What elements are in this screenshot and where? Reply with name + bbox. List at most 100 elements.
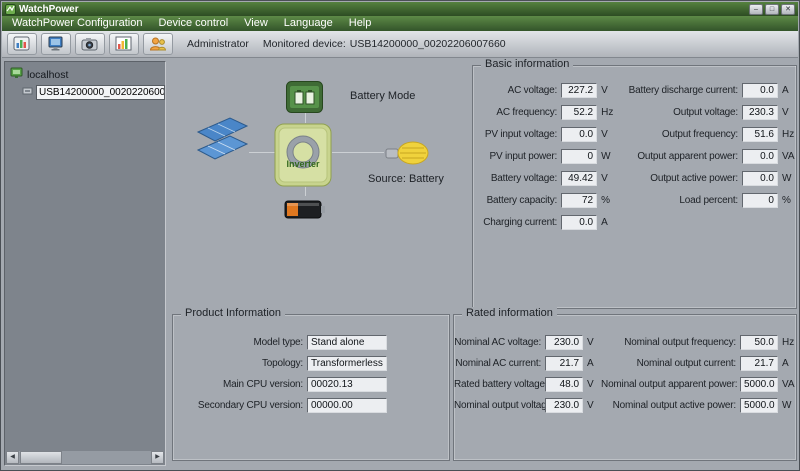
field-label: Topology: xyxy=(173,358,307,369)
field-label: Output active power: xyxy=(615,173,742,184)
menu-item[interactable]: WatchPower Configuration xyxy=(4,16,150,31)
field-label: Nominal output apparent power: xyxy=(601,379,740,390)
field-unit: V xyxy=(597,85,615,96)
field-value: 0.0 xyxy=(742,171,778,186)
device-icon xyxy=(22,86,33,99)
field-value: 48.0 xyxy=(545,377,583,392)
statistics-button[interactable] xyxy=(109,33,139,55)
tree-item-device[interactable]: USB14200000_00202206007660 xyxy=(5,84,165,101)
field-row: PV input voltage: 0.0 V xyxy=(473,123,615,145)
device-control-button[interactable] xyxy=(41,33,71,55)
field-value: 21.7 xyxy=(740,356,778,371)
toolbar: Administrator Monitored device: USB14200… xyxy=(2,31,798,58)
field-row: AC voltage: 227.2 V xyxy=(473,79,615,101)
solar-panel-icon xyxy=(196,116,249,164)
field-row: Load percent: 0 % xyxy=(615,189,796,211)
field-unit: Hz xyxy=(778,337,796,348)
menu-item[interactable]: Language xyxy=(276,16,341,31)
title-bar[interactable]: WatchPower – □ ✕ xyxy=(2,2,798,16)
field-label: Nominal AC current: xyxy=(454,358,545,369)
menu-item[interactable]: View xyxy=(236,16,276,31)
field-value: 52.2 xyxy=(561,105,597,120)
field-row: Main CPU version: 00020.13 xyxy=(173,374,449,395)
close-button[interactable]: ✕ xyxy=(781,4,795,15)
field-value: 00020.13 xyxy=(307,377,387,392)
field-value: 230.3 xyxy=(742,105,778,120)
product-information-panel: Product Information Model type: Stand al… xyxy=(172,314,450,461)
field-row: PV input power: 0 W xyxy=(473,145,615,167)
maximize-button[interactable]: □ xyxy=(765,4,779,15)
menu-item[interactable]: Device control xyxy=(150,16,236,31)
users-icon xyxy=(149,36,167,52)
field-unit: % xyxy=(597,195,615,206)
field-row: Battery discharge current: 0.0 A xyxy=(615,79,796,101)
scrollbar-thumb[interactable] xyxy=(20,451,62,464)
field-label: Model type: xyxy=(173,337,307,348)
device-tree-panel: localhost USB14200000_00202206007660 ◀ ▶ xyxy=(4,61,166,466)
field-row: Nominal output active power: 5000.0 W xyxy=(601,395,796,416)
field-unit: % xyxy=(778,195,796,206)
field-row: Topology: Transformerless xyxy=(173,353,449,374)
field-row: Nominal AC current: 21.7 A xyxy=(454,353,601,374)
inverter-label: Inverter xyxy=(274,159,332,169)
field-label: Battery capacity: xyxy=(473,195,561,206)
load-bulb-icon xyxy=(384,138,429,171)
field-label: Output voltage: xyxy=(615,107,742,118)
field-unit: A xyxy=(597,217,615,228)
inverter-icon xyxy=(274,123,332,190)
mode-label: Battery Mode xyxy=(350,90,415,102)
field-row: Nominal output voltage: 230.0 V xyxy=(454,395,601,416)
menu-bar: WatchPower Configuration Device control … xyxy=(2,16,798,31)
basic-information-panel: Basic information AC voltage: 227.2 V AC… xyxy=(472,65,797,309)
scroll-right-arrow-icon[interactable]: ▶ xyxy=(151,451,164,464)
field-row: Rated battery voltage: 48.0 V xyxy=(454,374,601,395)
field-unit: V xyxy=(597,129,615,140)
field-value: 5000.0 xyxy=(740,398,778,413)
field-unit: V xyxy=(778,107,796,118)
rated-info-left-column: Nominal AC voltage: 230.0 V Nominal AC c… xyxy=(454,332,601,416)
basic-info-left-column: AC voltage: 227.2 V AC frequency: 52.2 H… xyxy=(473,79,615,233)
field-label: AC voltage: xyxy=(473,85,561,96)
field-value: 0 xyxy=(742,193,778,208)
field-value: 21.7 xyxy=(545,356,583,371)
monitored-device-label: Monitored device: xyxy=(263,38,346,50)
field-value: 0.0 xyxy=(561,127,597,142)
field-value: 0.0 xyxy=(742,149,778,164)
field-unit: V xyxy=(583,379,601,390)
user-management-button[interactable] xyxy=(143,33,173,55)
product-info-rows: Model type: Stand alone Topology: Transf… xyxy=(173,315,449,416)
field-unit: A xyxy=(778,358,796,369)
scrollbar-track[interactable] xyxy=(19,451,151,464)
field-row: Battery voltage: 49.42 V xyxy=(473,167,615,189)
scroll-left-arrow-icon[interactable]: ◀ xyxy=(6,451,19,464)
field-value: 0.0 xyxy=(742,83,778,98)
field-unit: W xyxy=(597,151,615,162)
device-control-icon xyxy=(47,36,65,52)
field-row: Nominal AC voltage: 230.0 V xyxy=(454,332,601,353)
field-unit: VA xyxy=(778,379,796,390)
field-row: Model type: Stand alone xyxy=(173,332,449,353)
minimize-button[interactable]: – xyxy=(749,4,763,15)
field-label: Output frequency: xyxy=(615,129,742,140)
field-unit: A xyxy=(583,358,601,369)
monitoring-button[interactable] xyxy=(7,33,37,55)
field-value: 230.0 xyxy=(545,335,583,350)
field-row: AC frequency: 52.2 Hz xyxy=(473,101,615,123)
field-label: Output apparent power: xyxy=(615,151,742,162)
monitoring-icon xyxy=(13,36,31,52)
snapshot-button[interactable] xyxy=(75,33,105,55)
field-unit: VA xyxy=(778,151,796,162)
field-row: Output frequency: 51.6 Hz xyxy=(615,123,796,145)
window-controls: – □ ✕ xyxy=(749,4,795,15)
field-label: Rated battery voltage: xyxy=(454,379,545,390)
field-value: 50.0 xyxy=(740,335,778,350)
menu-item[interactable]: Help xyxy=(341,16,380,31)
field-value: 00000.00 xyxy=(307,398,387,413)
rated-info-right-column: Nominal output frequency: 50.0 Hz Nomina… xyxy=(601,332,796,416)
battery-mode-icon xyxy=(286,81,323,116)
field-row: Output apparent power: 0.0 VA xyxy=(615,145,796,167)
field-row: Nominal output frequency: 50.0 Hz xyxy=(601,332,796,353)
field-label: AC frequency: xyxy=(473,107,561,118)
sidebar-horizontal-scrollbar[interactable]: ◀ ▶ xyxy=(6,451,164,464)
tree-item-localhost[interactable]: localhost xyxy=(5,66,165,83)
